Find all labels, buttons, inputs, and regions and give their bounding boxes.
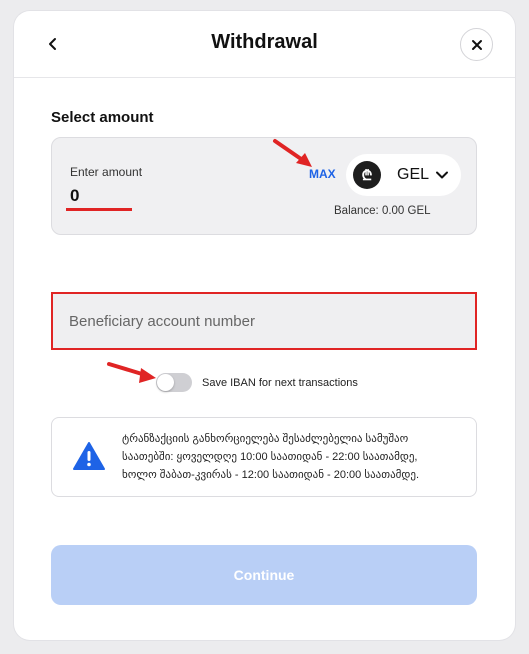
notice-line: საათებში: ყოველდღე 10:00 საათიდან - 22:0… (122, 451, 418, 463)
close-icon (471, 39, 482, 50)
close-button[interactable] (460, 28, 493, 61)
page-title: Withdrawal (211, 31, 318, 53)
save-iban-toggle[interactable] (156, 373, 192, 392)
withdrawal-dialog: Withdrawal Select amount Enter amount MA… (14, 11, 515, 640)
select-amount-heading: Select amount (51, 109, 154, 126)
notice-line: ხოლო შაბათ-კვირას - 12:00 საათიდან - 20:… (122, 469, 420, 481)
balance-text: Balance: 0.00 GEL (334, 205, 431, 217)
annotation-arrow-max (273, 139, 312, 167)
notice-line: ტრანზაქციის განხორციელება შესაძლებელია ს… (122, 433, 409, 445)
chevron-down-icon (435, 168, 449, 182)
currency-code: GEL (397, 166, 430, 183)
annotation-arrow-toggle (107, 362, 156, 383)
amount-input[interactable] (70, 185, 190, 207)
annotation-underline (66, 208, 132, 211)
notice-text: ტრანზაქციის განხორციელება შესაძლებელია ს… (122, 430, 467, 484)
beneficiary-account-input[interactable] (69, 294, 459, 348)
amount-label: Enter amount (70, 165, 143, 179)
dialog-header: Withdrawal (14, 11, 515, 78)
amount-panel: Enter amount MAX ₾ GEL Balance: 0.00 GEL (51, 137, 477, 235)
working-hours-notice: ტრანზაქციის განხორციელება შესაძლებელია ს… (51, 417, 477, 497)
currency-select[interactable]: ₾ GEL (346, 154, 461, 196)
beneficiary-account-field[interactable] (51, 292, 477, 350)
continue-button[interactable]: Continue (51, 545, 477, 605)
warning-icon (73, 442, 105, 470)
toggle-knob (157, 374, 174, 391)
save-iban-label: Save IBAN for next transactions (202, 377, 358, 389)
lari-coin-icon: ₾ (353, 161, 381, 189)
